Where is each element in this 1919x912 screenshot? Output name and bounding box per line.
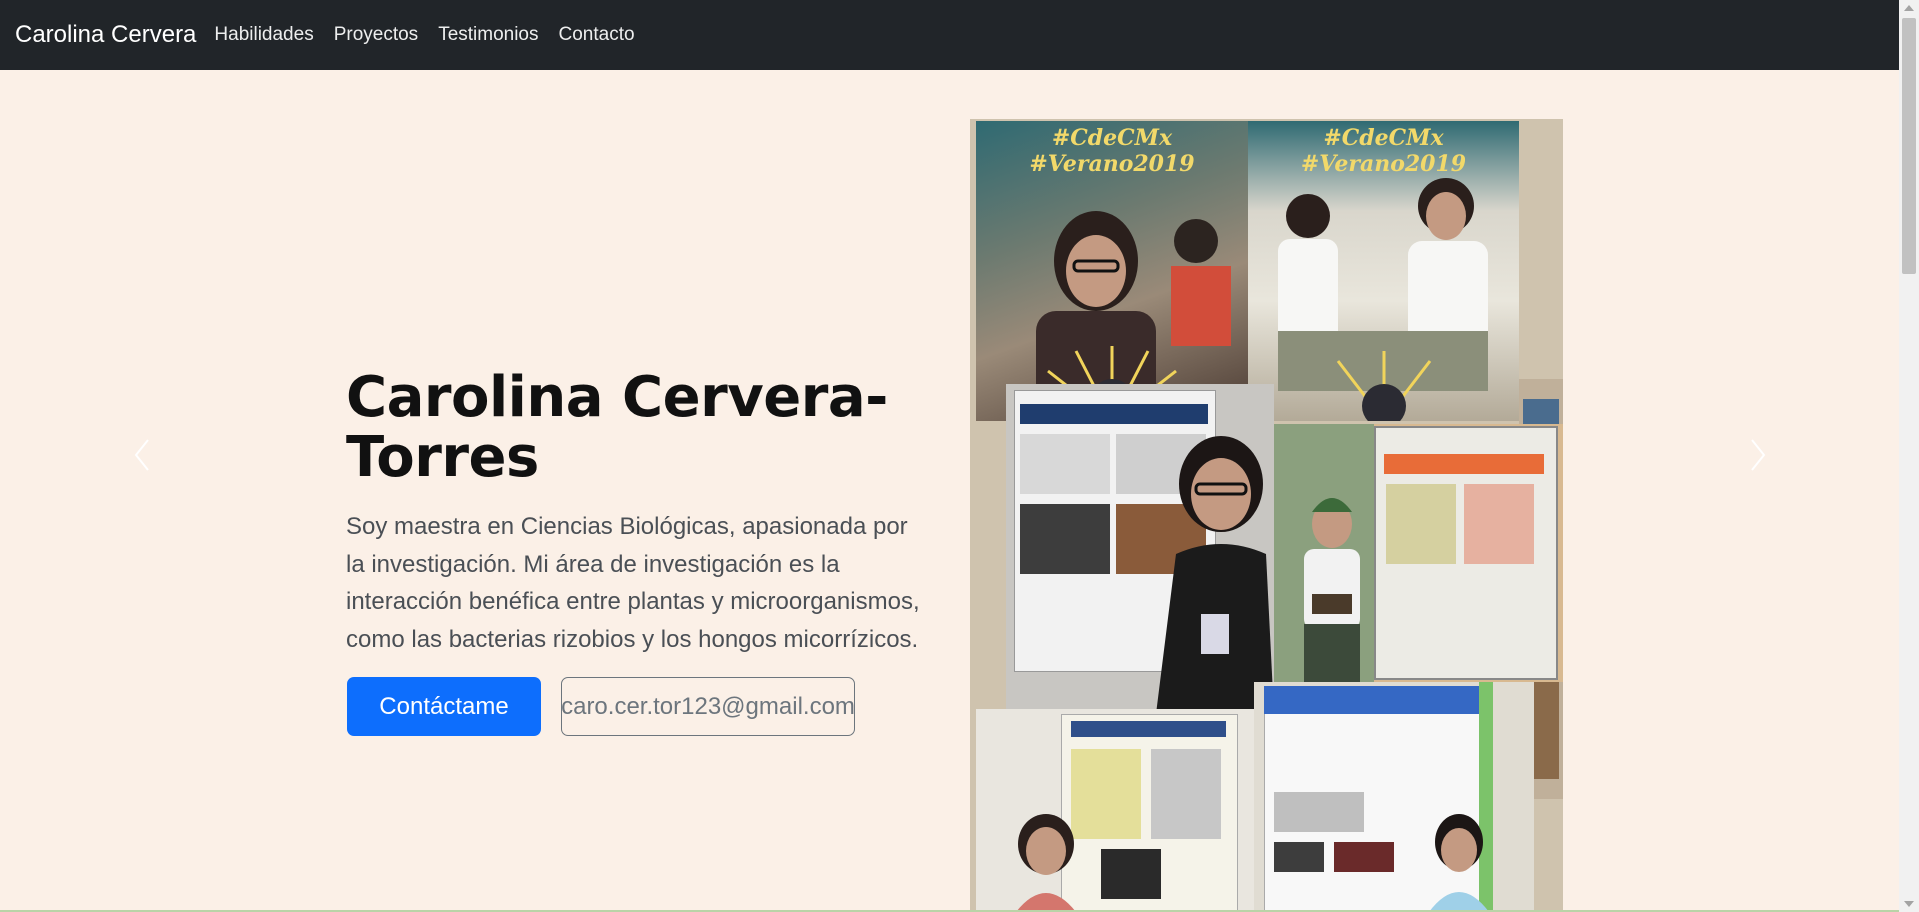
contact-button[interactable]: Contáctame [347,677,541,736]
collage-photo-poster-3 [976,709,1254,912]
collage-photo-lab-2: #CdeCMx #Verano2019 [1248,121,1519,421]
email-button[interactable]: caro.cer.tor123@gmail.com [561,677,855,736]
page-scrollbar[interactable] [1899,0,1919,912]
brand-link[interactable]: Carolina Cervera [15,21,196,49]
nav-link-proyectos[interactable]: Proyectos [334,24,418,46]
carousel-next-button[interactable] [1742,434,1772,476]
hero-photo-collage: #CdeCMx #Verano2019 #CdeCMx #Verano2019 [970,119,1563,912]
scroll-up-icon[interactable] [1904,5,1914,11]
carousel-prev-button[interactable] [128,434,158,476]
chevron-right-icon [1751,439,1766,471]
nav-link-habilidades[interactable]: Habilidades [214,24,313,46]
nav-link-testimonios[interactable]: Testimonios [438,24,538,46]
collage-photo-lab-1: #CdeCMx #Verano2019 [976,121,1248,421]
nav-link-contacto[interactable]: Contacto [559,24,635,46]
collage-photo-poster-1 [1006,384,1274,714]
hero-description: Soy maestra en Ciencias Biológicas, apas… [346,513,920,653]
collage-photo-poster-2 [1274,424,1563,682]
scroll-thumb[interactable] [1902,18,1916,274]
navbar: Carolina Cervera Habilidades Proyectos T… [0,0,1899,70]
collage-photo-poster-4 [1254,682,1534,912]
scroll-down-icon[interactable] [1904,901,1914,907]
hero-title: Carolina Cervera-Torres [346,365,888,490]
chevron-left-icon [134,439,149,471]
